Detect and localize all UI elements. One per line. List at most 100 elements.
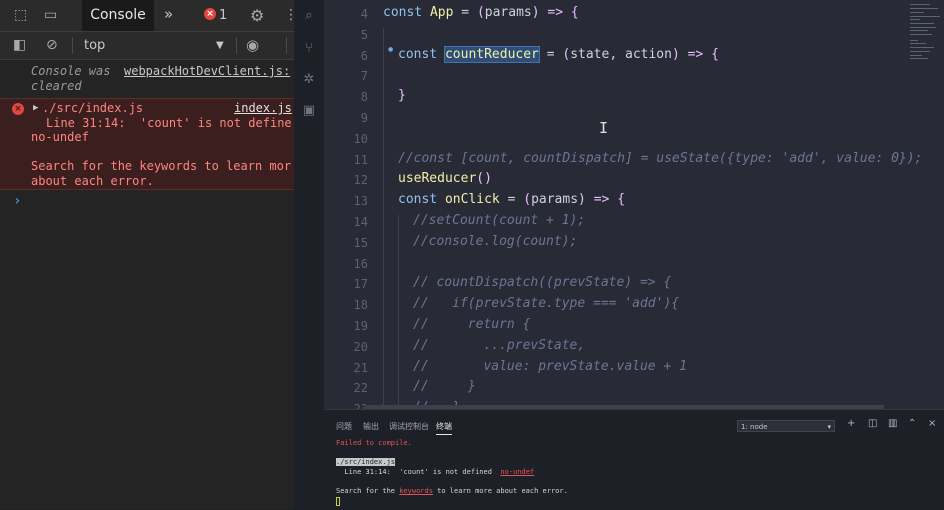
terminal-detail: Line 31:14: 'count' is not defined no-un… [336,468,534,476]
tab-terminal[interactable]: 终端 [436,421,452,435]
error-path: ./src/index.js [42,101,144,115]
code-line[interactable]: const countReducer = (state, action) => … [398,45,719,63]
terminal-selector-value: 1: node [741,423,768,431]
close-icon[interactable]: × [928,418,936,429]
line-number: 10 [353,131,368,146]
code-line[interactable]: const App = (params) => { [383,5,579,20]
console-cleared-message: Console was cleared webpackHotDevClient.… [0,64,294,102]
extensions-icon[interactable]: ▣ [301,103,317,119]
kebab-menu-icon[interactable]: ⋮ [284,0,294,31]
cleared-text-2: cleared [31,78,82,93]
line-number: 20 [353,339,368,354]
minimap-line [910,16,940,17]
toolbar-divider [286,37,287,54]
console-error-message: × ▶ ./src/index.js index.js Line 31:14: … [0,98,294,190]
minimap-line [910,55,922,56]
minimap-line [910,4,930,5]
inspect-element-icon[interactable]: ⬚ [14,0,27,31]
line-number: 15 [353,235,368,250]
line-number: 6 [360,48,368,63]
minimap-line [910,12,924,13]
error-rule: no-undef [31,130,89,144]
error-count[interactable]: 1 [219,0,227,31]
console-toolbar: ◧ ⊘ top ▼ ◉ [0,32,294,60]
settings-gear-icon[interactable]: ⚙ [250,0,264,31]
minimap-line [910,51,930,52]
minimap-line [910,27,936,28]
minimap-line [910,30,928,31]
line-number: 19 [353,319,368,333]
line-number: 9 [360,111,368,125]
trash-icon[interactable]: ▥ [888,418,897,429]
chevron-down-icon[interactable]: ▼ [216,32,224,59]
line-number: 5 [360,27,368,42]
maximize-chevron-up-icon[interactable]: ⌃ [908,418,916,429]
code-line[interactable]: useReducer() [398,171,492,186]
split-terminal-icon[interactable]: ◫ [868,418,877,429]
activity-bar: ⌕ ⑂ ✲ ▣ [294,0,324,509]
minimap-line [910,43,926,44]
lightbulb-icon[interactable]: ● [388,46,393,53]
code-line[interactable]: } [398,88,406,103]
minimap-line [910,40,918,41]
expand-triangle-icon[interactable]: ▶ [33,101,38,116]
cleared-source-link[interactable]: webpackHotDevClient.js: [124,64,290,79]
toolbar-divider [72,37,73,54]
terminal-hint-keyword[interactable]: keywords [399,487,433,495]
tab-debug-console[interactable]: 调试控制台 [389,421,429,432]
clear-console-icon[interactable]: ⊘ [46,32,58,59]
code-line[interactable]: // countDispatch((prevState) => { [413,275,671,290]
code-line[interactable]: //const [count, countDispatch] = useStat… [398,151,922,166]
terminal-hint-prefix: Search for the [336,487,400,495]
minimap-line [910,34,932,35]
code-line[interactable]: // return { [413,317,530,332]
code-editor[interactable]: 4 const App = (params) => { 5 6 const countR… [324,0,944,409]
tab-console[interactable]: Console [82,0,154,31]
minimap-line [910,23,934,24]
context-selector[interactable]: top [84,32,105,59]
console-prompt[interactable]: › [13,193,21,209]
terminal-hint-suffix: to learn more about each error. [432,487,568,495]
line-number: 11 [353,152,368,167]
terminal-failed: Failed to compile. [336,439,412,447]
debug-icon[interactable]: ✲ [301,72,317,88]
devtools-panel: ⬚ ▭ Console » × 1 ⚙ ⋮ ◧ ⊘ top ▼ ◉ Consol… [0,0,294,509]
error-badge-icon[interactable]: × [204,8,216,20]
error-line-detail: Line 31:14: 'count' is not define [46,115,292,130]
terminal-detail-rule[interactable]: no-undef [500,468,534,476]
sidebar-toggle-icon[interactable]: ◧ [13,32,26,59]
line-number: 8 [360,90,368,105]
code-line[interactable]: //setCount(count + 1); [413,213,585,228]
code-line[interactable]: // if(prevState.type === 'add'){ [413,296,679,311]
minimap-line [910,19,920,20]
line-number: 22 [353,381,368,396]
live-expression-eye-icon[interactable]: ◉ [246,32,259,59]
minimap[interactable] [908,0,944,409]
code-line[interactable]: // } [413,379,476,394]
device-toolbar-icon[interactable]: ▭ [44,0,57,31]
code-line[interactable]: // ...prevState, [413,338,585,353]
line-number: 4 [360,7,368,21]
new-terminal-plus-icon[interactable]: + [847,418,855,429]
error-hint-1: Search for the keywords to learn mor [31,159,292,173]
line-number: 7 [360,69,368,84]
code-line[interactable]: // value: prevState.value + 1 [413,359,687,374]
terminal-hint: Search for the keywords to learn more ab… [336,487,568,495]
chevron-down-icon: ▾ [827,423,831,431]
tab-output[interactable]: 输出 [363,421,379,432]
tab-problems[interactable]: 问题 [336,421,352,432]
code-line[interactable]: //console.log(count); [413,234,577,249]
source-control-icon[interactable]: ⑂ [301,41,317,57]
indent-guide [398,215,399,409]
line-number: 17 [353,277,368,292]
terminal-selector[interactable]: 1: node ▾ [737,420,835,432]
search-icon[interactable]: ⌕ [301,8,317,24]
devtools-tabbar: ⬚ ▭ Console » × 1 ⚙ ⋮ [0,0,294,32]
code-line[interactable]: const onClick = (params) => { [398,192,625,207]
more-tabs-icon[interactable]: » [164,0,173,29]
error-source-link[interactable]: index.js [234,101,292,116]
line-number: 16 [353,256,368,271]
minimap-line [910,8,938,9]
terminal-file: ./src/index.js [336,458,396,466]
text-cursor-icon: I [599,119,609,137]
